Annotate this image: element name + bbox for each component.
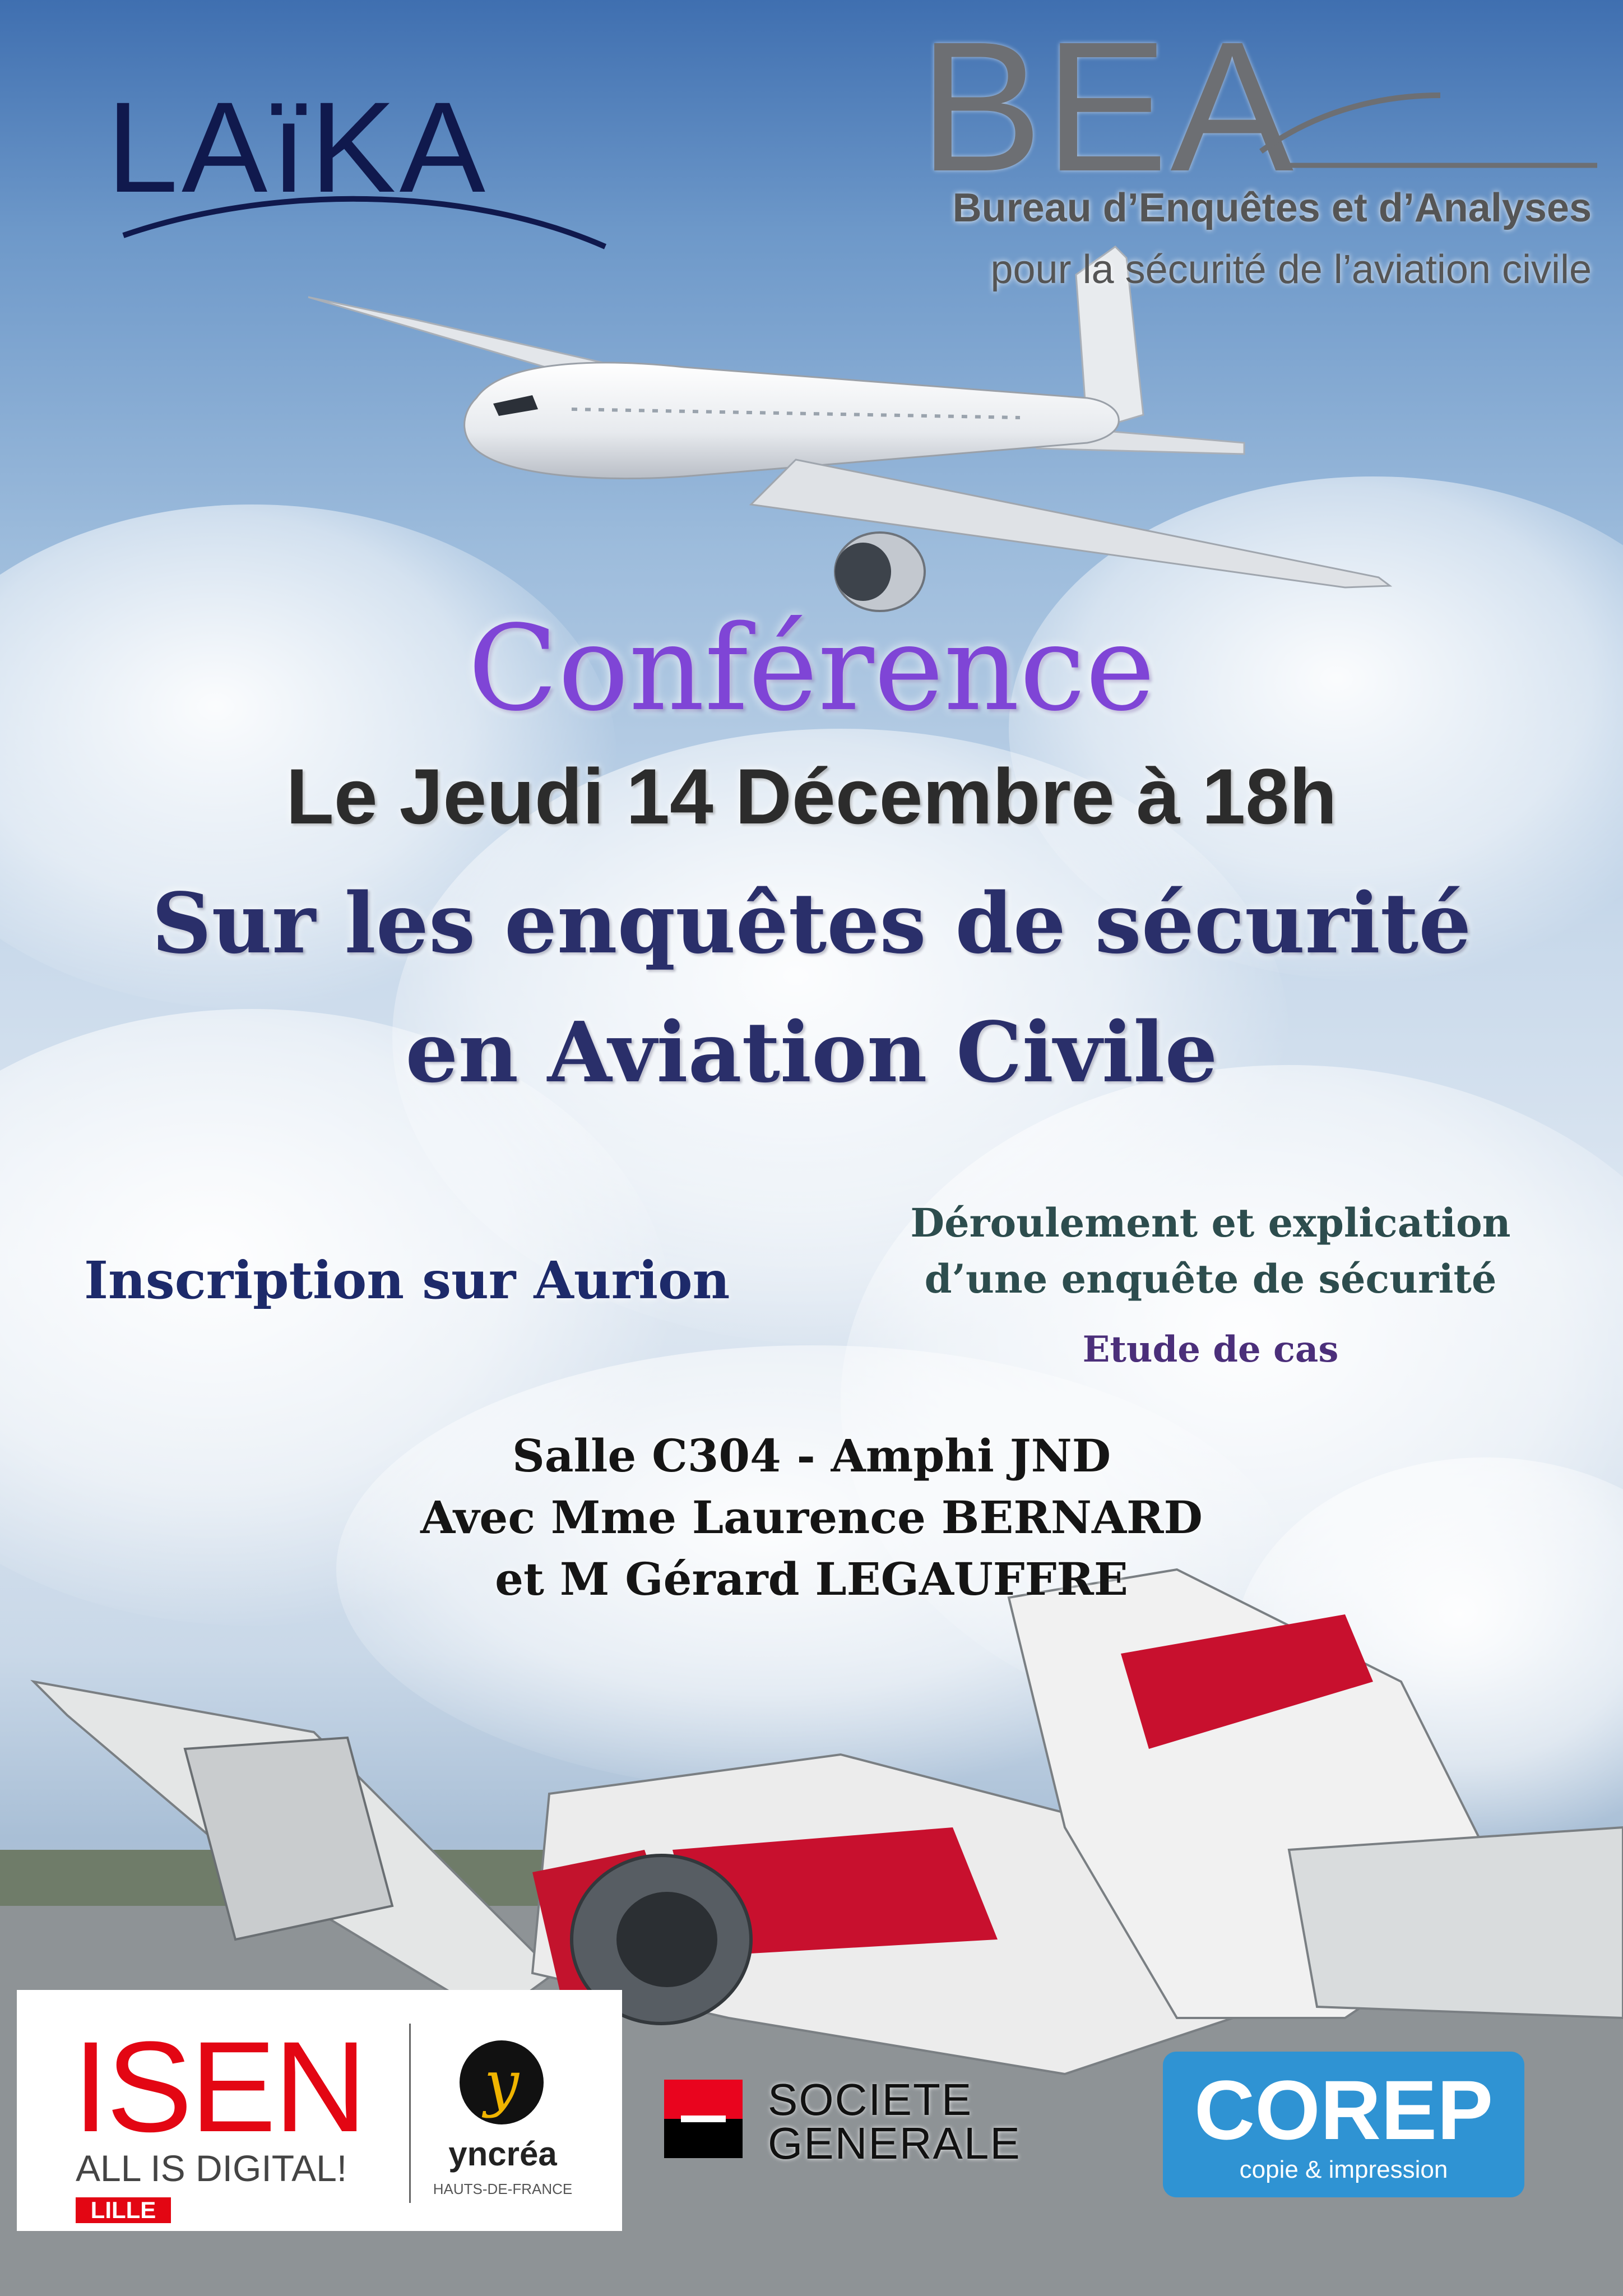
isen-city-badge: LILLE <box>76 2197 171 2223</box>
topic-line1: Déroulement et explication <box>910 1200 1511 1246</box>
corep-logo: COREP copie & impression <box>1163 2052 1524 2197</box>
bea-underline-icon <box>1259 92 1597 168</box>
yncrea-y-icon: y <box>460 2040 544 2124</box>
bea-logo: BEA Bureau d’Enquêtes et d’Analyses pour… <box>919 3 1603 308</box>
societe-generale-logo: SOCIETE GENERALE <box>664 2074 1090 2169</box>
isen-yncrea-logo-box: ISEN ALL IS DIGITAL! LILLE y yncréa HAUT… <box>17 1990 622 2231</box>
speaker-line1: Avec Mme Laurence BERNARD <box>420 1491 1203 1544</box>
subject-line1: Sur les enquêtes de sécurité <box>151 874 1472 972</box>
laika-swoosh-icon <box>122 196 607 249</box>
isen-tagline: ALL IS DIGITAL! <box>76 2147 347 2189</box>
corep-wordmark: COREP <box>1194 2063 1494 2157</box>
bea-name-line1: Bureau d’Enquêtes et d’Analyses <box>952 186 1592 230</box>
bea-wordmark: BEA <box>919 3 1296 210</box>
topic-line2: d’une enquête de sécurité <box>924 1256 1497 1302</box>
case-study-text: Etude de cas <box>1082 1328 1339 1371</box>
corep-tagline: copie & impression <box>1239 2156 1448 2183</box>
yncrea-region: HAUTS-DE-FRANCE <box>433 2181 573 2197</box>
conference-poster: LAïKA BEA Bureau d’Enquêtes et d’Analyse… <box>0 0 1623 2296</box>
societe-generale-line2: GENERALE <box>768 2118 1021 2168</box>
registration-text: Inscription sur Aurion <box>84 1250 730 1311</box>
bea-name-line2: pour la sécurité de l’aviation civile <box>990 247 1592 292</box>
logo-divider <box>409 2024 411 2203</box>
laika-logo: LAïKA <box>101 73 616 258</box>
venue-text: Salle C304 - Amphi JND <box>512 1429 1111 1482</box>
conference-heading: Conférence <box>467 600 1156 737</box>
speaker-line2: et M Gérard LEGAUFFRE <box>495 1553 1128 1605</box>
yncrea-logo: yncréa <box>448 2135 557 2173</box>
event-date: Le Jeudi 14 Décembre à 18h <box>286 752 1337 840</box>
subject-line2: en Aviation Civile <box>405 1003 1218 1101</box>
isen-logo: ISEN <box>73 2015 367 2159</box>
